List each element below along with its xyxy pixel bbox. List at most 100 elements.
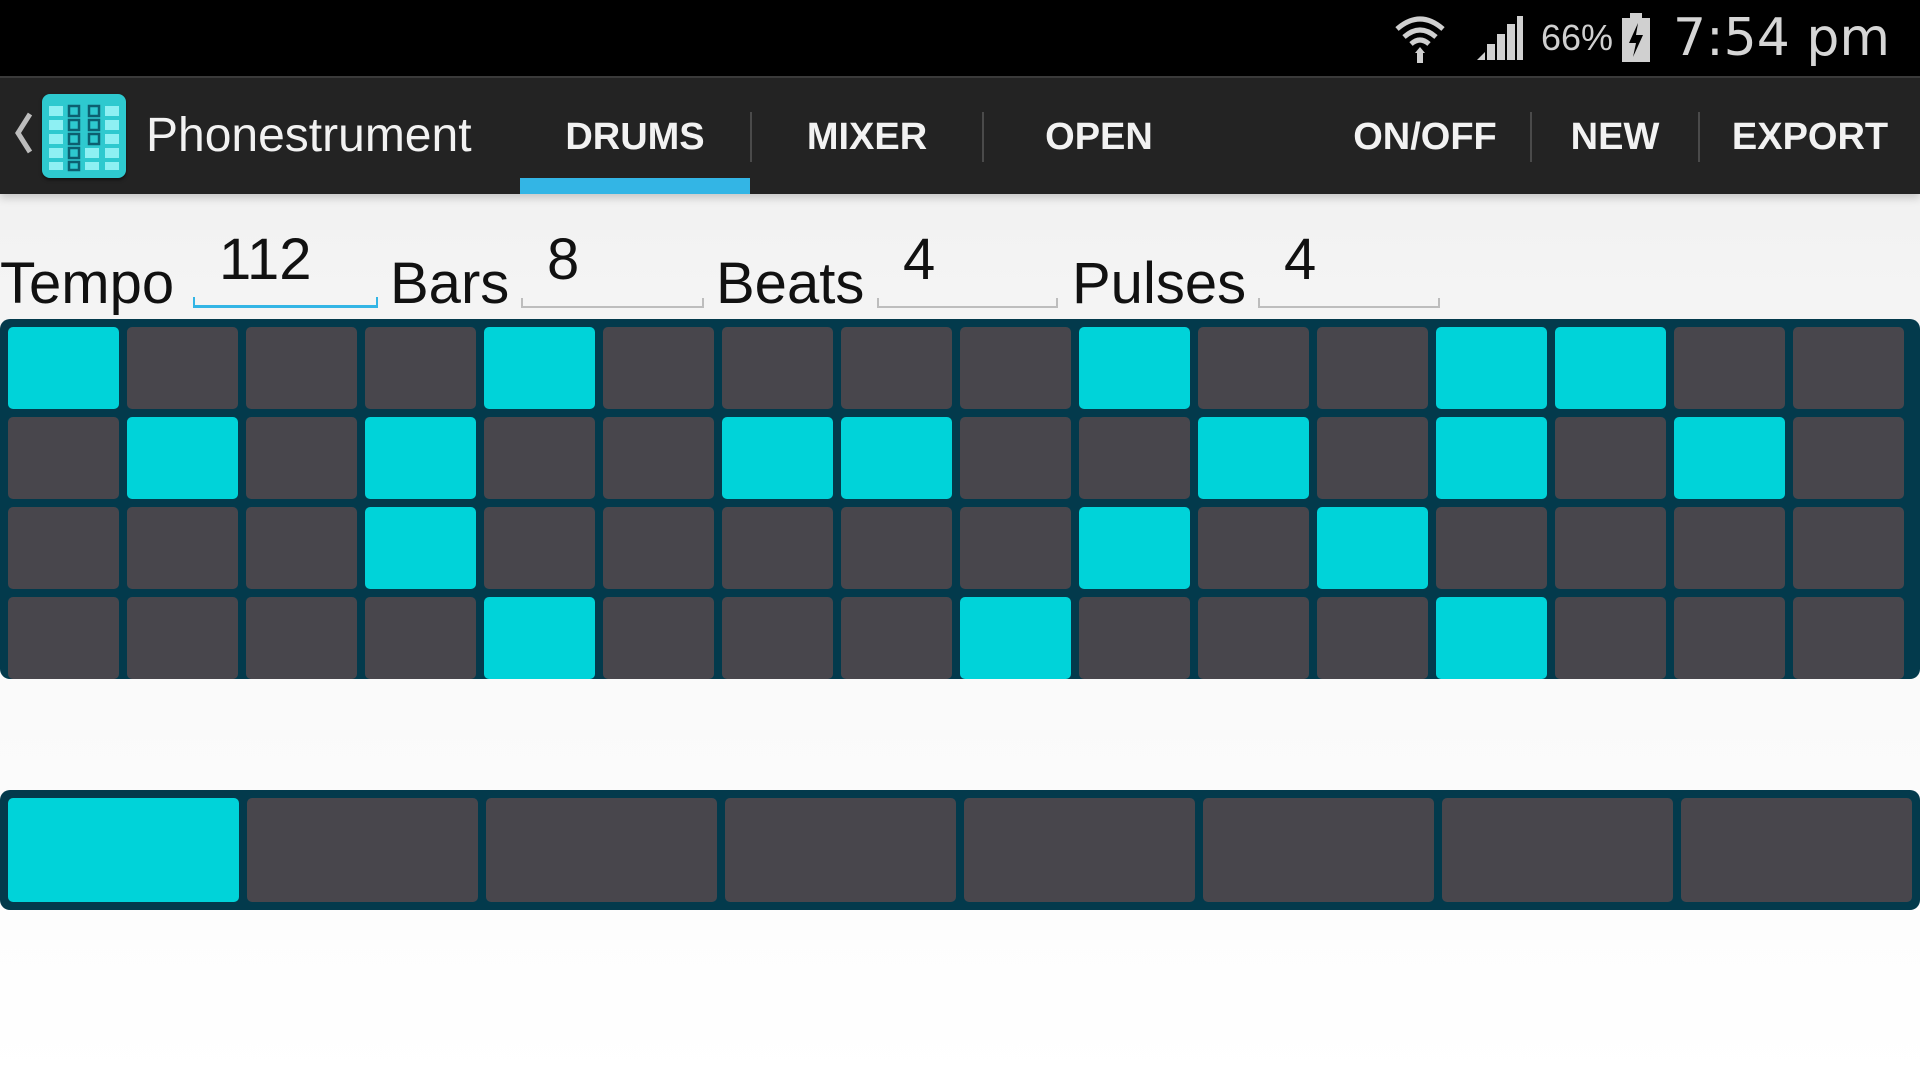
new-button[interactable]: NEW bbox=[1532, 78, 1698, 196]
drum-step-cell[interactable] bbox=[841, 507, 952, 589]
tempo-value: 112 bbox=[219, 227, 312, 292]
drum-step-cell[interactable] bbox=[246, 597, 357, 679]
tab-mixer[interactable]: MIXER bbox=[752, 78, 982, 196]
drum-step-cell[interactable] bbox=[365, 417, 476, 499]
drum-step-cell[interactable] bbox=[8, 327, 119, 409]
drum-step-cell[interactable] bbox=[841, 597, 952, 679]
drum-step-cell[interactable] bbox=[1436, 597, 1547, 679]
drum-step-cell[interactable] bbox=[1317, 417, 1428, 499]
drum-step-cell[interactable] bbox=[1555, 597, 1666, 679]
bar-select-cell[interactable] bbox=[8, 798, 239, 902]
beats-value: 4 bbox=[903, 227, 936, 292]
drum-step-cell[interactable] bbox=[1079, 507, 1190, 589]
drum-step-cell[interactable] bbox=[1079, 417, 1190, 499]
drum-step-cell[interactable] bbox=[1555, 327, 1666, 409]
selected-tab-indicator bbox=[520, 178, 750, 194]
drum-step-cell[interactable] bbox=[1198, 507, 1309, 589]
export-button[interactable]: EXPORT bbox=[1700, 78, 1920, 196]
bar-select-cell[interactable] bbox=[725, 798, 956, 902]
drum-step-cell[interactable] bbox=[8, 597, 119, 679]
drum-step-cell[interactable] bbox=[127, 417, 238, 499]
drum-step-cell[interactable] bbox=[1317, 327, 1428, 409]
bar-select-cell[interactable] bbox=[964, 798, 1195, 902]
drum-step-cell[interactable] bbox=[1436, 417, 1547, 499]
drum-step-cell[interactable] bbox=[603, 327, 714, 409]
drum-step-cell[interactable] bbox=[1555, 507, 1666, 589]
pulses-label: Pulses bbox=[1072, 251, 1247, 316]
drum-step-cell[interactable] bbox=[603, 417, 714, 499]
bar-select-cell[interactable] bbox=[1203, 798, 1434, 902]
battery-charging-icon bbox=[1622, 13, 1651, 62]
drum-step-cell[interactable] bbox=[484, 507, 595, 589]
drum-step-cell[interactable] bbox=[1674, 597, 1785, 679]
drum-step-cell[interactable] bbox=[484, 327, 595, 409]
on-off-button[interactable]: ON/OFF bbox=[1340, 78, 1510, 196]
tempo-field[interactable]: 112 bbox=[193, 222, 378, 308]
wifi-icon bbox=[1395, 16, 1445, 63]
drum-step-cell[interactable] bbox=[365, 327, 476, 409]
drum-step-cell[interactable] bbox=[127, 327, 238, 409]
status-icons: 66% 7:54 pm bbox=[1393, 0, 1890, 76]
battery-percent: 66% bbox=[1540, 17, 1614, 58]
drum-step-cell[interactable] bbox=[365, 507, 476, 589]
drum-step-cell[interactable] bbox=[722, 597, 833, 679]
bars-field[interactable]: 8 bbox=[521, 222, 704, 308]
drum-step-cell[interactable] bbox=[960, 417, 1071, 499]
drum-step-cell[interactable] bbox=[8, 417, 119, 499]
drum-step-grid bbox=[0, 319, 1920, 679]
drum-step-cell[interactable] bbox=[484, 597, 595, 679]
up-caret-icon[interactable] bbox=[10, 108, 36, 158]
signal-icon bbox=[1476, 16, 1523, 60]
drum-step-cell[interactable] bbox=[246, 417, 357, 499]
drum-step-cell[interactable] bbox=[603, 507, 714, 589]
drum-step-cell[interactable] bbox=[1674, 507, 1785, 589]
drum-step-cell[interactable] bbox=[1436, 327, 1547, 409]
bars-value: 8 bbox=[547, 227, 580, 292]
drum-step-cell[interactable] bbox=[1198, 327, 1309, 409]
drum-step-cell[interactable] bbox=[8, 507, 119, 589]
bar-selector-grid bbox=[0, 790, 1920, 910]
drum-step-cell[interactable] bbox=[484, 417, 595, 499]
beats-field[interactable]: 4 bbox=[877, 222, 1058, 308]
drum-step-cell[interactable] bbox=[246, 327, 357, 409]
drum-step-cell[interactable] bbox=[603, 597, 714, 679]
drum-step-cell[interactable] bbox=[1793, 507, 1904, 589]
drum-step-cell[interactable] bbox=[365, 597, 476, 679]
drum-step-cell[interactable] bbox=[960, 597, 1071, 679]
drum-step-cell[interactable] bbox=[722, 507, 833, 589]
tab-open[interactable]: OPEN bbox=[984, 78, 1214, 196]
drum-step-cell[interactable] bbox=[246, 507, 357, 589]
drum-step-cell[interactable] bbox=[1793, 327, 1904, 409]
drum-step-cell[interactable] bbox=[1079, 597, 1190, 679]
drum-step-cell[interactable] bbox=[960, 507, 1071, 589]
drum-step-cell[interactable] bbox=[1793, 417, 1904, 499]
drum-step-cell[interactable] bbox=[1079, 327, 1190, 409]
pulses-field[interactable]: 4 bbox=[1258, 222, 1440, 308]
app-logo-icon[interactable] bbox=[42, 94, 126, 178]
drum-step-cell[interactable] bbox=[127, 507, 238, 589]
drum-step-cell[interactable] bbox=[841, 417, 952, 499]
drum-step-cell[interactable] bbox=[1555, 417, 1666, 499]
drum-step-cell[interactable] bbox=[960, 327, 1071, 409]
bar-select-cell[interactable] bbox=[247, 798, 478, 902]
drum-step-cell[interactable] bbox=[1198, 597, 1309, 679]
bars-label: Bars bbox=[390, 251, 510, 316]
clock: 7:54 pm bbox=[1673, 8, 1890, 68]
drum-step-cell[interactable] bbox=[841, 327, 952, 409]
drum-step-cell[interactable] bbox=[1674, 327, 1785, 409]
drum-step-cell[interactable] bbox=[722, 327, 833, 409]
app-title: Phonestrument bbox=[146, 109, 472, 162]
drum-step-cell[interactable] bbox=[1198, 417, 1309, 499]
bar-select-cell[interactable] bbox=[1681, 798, 1912, 902]
bar-select-cell[interactable] bbox=[486, 798, 717, 902]
drum-step-cell[interactable] bbox=[1317, 597, 1428, 679]
drum-step-cell[interactable] bbox=[1317, 507, 1428, 589]
pulses-value: 4 bbox=[1284, 227, 1317, 292]
tempo-label: Tempo bbox=[0, 251, 175, 316]
drum-step-cell[interactable] bbox=[127, 597, 238, 679]
bar-select-cell[interactable] bbox=[1442, 798, 1673, 902]
drum-step-cell[interactable] bbox=[1436, 507, 1547, 589]
drum-step-cell[interactable] bbox=[1674, 417, 1785, 499]
drum-step-cell[interactable] bbox=[1793, 597, 1904, 679]
drum-step-cell[interactable] bbox=[722, 417, 833, 499]
